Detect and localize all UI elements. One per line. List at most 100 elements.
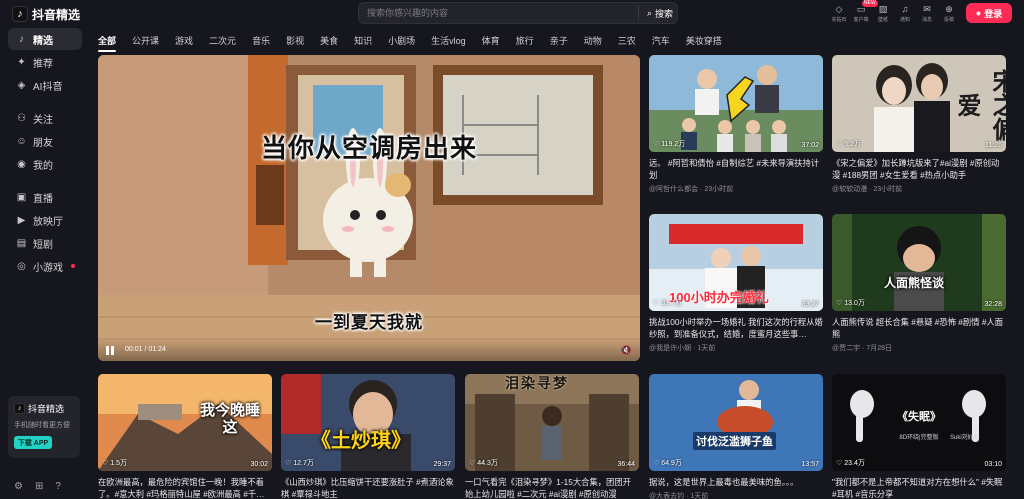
video-title[interactable]: "我们都不是上帝都不知道对方在想什么" #失眠 #耳机 #音乐分享 xyxy=(832,476,1006,499)
sidebar-item-follow[interactable]: ⚇ 关注 xyxy=(8,107,82,129)
sidebar-nav: ♪ 精选 ✦ 推荐 ◈ AI抖音 ⚇ 关注 ☺ 朋友 ◉ 我的 ▣ 直播 ▶ 放… xyxy=(8,28,82,278)
likes-value: 31.7万 xyxy=(661,300,682,307)
tab-parenting[interactable]: 亲子 xyxy=(550,34,568,48)
brand-logo[interactable]: ♪ 抖音精选 xyxy=(12,5,80,23)
tab-food[interactable]: 美食 xyxy=(320,34,338,48)
sidebar-item-label: 放映厅 xyxy=(33,216,63,228)
heart-icon: ♡ xyxy=(653,460,660,467)
likes-count: ♡ 64.9万 xyxy=(653,458,682,468)
sidebar-item-featured[interactable]: ♪ 精选 xyxy=(8,28,82,50)
tool-messages[interactable]: ✉ 消息 xyxy=(916,4,938,24)
video-card[interactable]: 我今晚睡这 ♡ 1.5万 30:02 在欧洲最高，最危险的宾馆住一晚！我睡不着了。… xyxy=(98,374,272,499)
pause-icon[interactable] xyxy=(106,346,115,355)
likes-count: ♡ 119.2万 xyxy=(653,139,685,149)
grid-icon[interactable]: ⊞ xyxy=(35,481,43,492)
video-author[interactable]: @我是许小娴 · 1天前 xyxy=(649,343,823,353)
tab-animals[interactable]: 动物 xyxy=(584,34,602,48)
sidebar-item-games[interactable]: ◎ 小游戏 xyxy=(8,255,82,277)
tab-mini-theater[interactable]: 小剧场 xyxy=(388,34,415,48)
heart-icon: ♡ xyxy=(836,300,843,307)
thumbnail-overlay-text: 我今晚睡这 xyxy=(200,402,261,436)
tab-vlog[interactable]: 生活vlog xyxy=(431,34,466,48)
likes-count: ♡ 1.5万 xyxy=(102,458,127,468)
video-card[interactable]: 宋之偏爱 ♡ 5.2万 11:26 《宋之偏爱》加长蹲坑版来了#ai漫剧 #原创动… xyxy=(832,55,1006,194)
video-title[interactable]: 据说，这是世界上最毒也最美味的鱼。。。 xyxy=(649,476,823,488)
tab-agriculture[interactable]: 三农 xyxy=(618,34,636,48)
video-card[interactable]: ♡ 119.2万 37:02 远。 #阿哲和倩怡 #自制综艺 #未来导演扶持计划 … xyxy=(649,55,823,194)
search-input[interactable] xyxy=(367,3,637,23)
sidebar-item-friends[interactable]: ☺ 朋友 xyxy=(8,130,82,152)
search-button-label: 搜索 xyxy=(654,8,673,19)
sidebar-item-label: 小游戏 xyxy=(33,262,63,274)
tool-label: 通知 xyxy=(899,17,910,23)
mute-icon[interactable]: 🔇 xyxy=(621,345,632,356)
likes-value: 1.5万 xyxy=(110,460,128,467)
help-icon[interactable]: ? xyxy=(55,481,61,492)
video-author[interactable]: @阿哲什么都会 · 23小时前 xyxy=(649,184,823,194)
sidebar-footer: ⚙ ⊞ ? xyxy=(14,481,61,492)
tab-travel[interactable]: 旅行 xyxy=(516,34,534,48)
video-title[interactable]: 在欧洲最高，最危险的宾馆住一晚！我睡不着了。#意大利 #玛格丽特山屋 #欧洲最高… xyxy=(98,476,272,499)
video-card[interactable]: 《失眠》 8D环绕|完整版 Suki刘好好 ♡ 23.4万 03:10 "我们都不… xyxy=(832,374,1006,499)
sidebar-item-cinema[interactable]: ▶ 放映厅 xyxy=(8,209,82,231)
promo-subtitle: 手机随时看更方便 xyxy=(14,422,70,429)
video-card[interactable]: 《土炒琪》 ♡ 12.7万 29:37 《山西炒琪》比压缩饼干还要涨肚子 #煮酒论… xyxy=(281,374,455,499)
tab-music[interactable]: 音乐 xyxy=(252,34,270,48)
tool-wallpaper[interactable]: ▧ 壁纸 xyxy=(872,4,894,24)
tab-cars[interactable]: 汽车 xyxy=(652,34,670,48)
search-button[interactable]: ⌕ 搜索 xyxy=(637,6,673,20)
tool-recharge[interactable]: ◇ 充钻石 xyxy=(828,4,850,24)
tab-public-class[interactable]: 公开课 xyxy=(132,34,159,48)
video-title[interactable]: 挑战100小时举办一场婚礼 我们这次的行程从婚纱照，到准备仪式，结婚，度蜜月这些… xyxy=(649,316,823,340)
video-title[interactable]: 一口气看完《泪染寻梦》1-15大合集，团团开始上幼儿园啦 #二次元 #ai漫剧 … xyxy=(465,476,639,499)
likes-value: 44.3万 xyxy=(477,460,498,467)
likes-value: 119.2万 xyxy=(661,141,686,148)
sidebar-item-ai[interactable]: ◈ AI抖音 xyxy=(8,74,82,96)
hero-caption-top: 当你从空调房出来 xyxy=(260,133,477,163)
tab-games[interactable]: 游戏 xyxy=(175,34,193,48)
sidebar-item-profile[interactable]: ◉ 我的 xyxy=(8,153,82,175)
tab-beauty[interactable]: 美妆穿搭 xyxy=(686,34,722,48)
sidebar-item-live[interactable]: ▣ 直播 xyxy=(8,186,82,208)
heart-icon: ♡ xyxy=(836,460,843,467)
tab-anime[interactable]: 二次元 xyxy=(209,34,236,48)
tool-label: 消息 xyxy=(921,17,932,23)
download-app-button[interactable]: 下载 APP xyxy=(14,436,52,449)
settings-icon[interactable]: ⚙ xyxy=(14,481,23,492)
video-title[interactable]: 《宋之偏爱》加长蹲坑版来了#ai漫剧 #原创动漫 #188男团 #女生爱看 #热… xyxy=(832,157,1006,181)
tool-client[interactable]: NEW ▭ 客户端 xyxy=(850,0,878,23)
video-card[interactable]: 人面熊怪谈 ♡ 13.0万 32:28 人面熊传说 超长合集 #悬疑 #恐怖 #剧… xyxy=(832,214,1006,353)
tool-label: 投稿 xyxy=(943,17,954,23)
sidebar-item-recommend[interactable]: ✦ 推荐 xyxy=(8,51,82,73)
likes-value: 12.7万 xyxy=(293,460,314,467)
video-title[interactable]: 远。 #阿哲和倩怡 #自制综艺 #未来导演扶持计划 xyxy=(649,157,823,181)
video-thumbnail: 《土炒琪》 ♡ 12.7万 29:37 xyxy=(281,374,455,471)
video-card[interactable]: 100小时办完婚礼 ♡ 31.7万 39:27 挑战100小时举办一场婚礼 我们这… xyxy=(649,214,823,353)
tab-sports[interactable]: 体育 xyxy=(482,34,500,48)
tab-film[interactable]: 影视 xyxy=(286,34,304,48)
sidebar-item-drama[interactable]: ▤ 短剧 xyxy=(8,232,82,254)
category-tabs: 全部 公开课 游戏 二次元 音乐 影视 美食 知识 小剧场 生活vlog 体育 … xyxy=(98,34,738,52)
video-card[interactable]: 讨伐泛滥狮子鱼 ♡ 64.9万 13:57 据说，这是世界上最毒也最美味的鱼。。。… xyxy=(649,374,823,499)
hero-video-player[interactable]: 当你从空调房出来 一到夏天我就 00:01 / 01:24 🔇 xyxy=(98,55,640,361)
tool-upload[interactable]: ⊕ 投稿 xyxy=(938,3,960,24)
likes-count: ♡ 12.7万 xyxy=(285,458,314,468)
sidebar-item-label: 关注 xyxy=(33,114,53,126)
douyin-logo-icon: ♪ xyxy=(12,6,28,22)
video-author[interactable]: @贾二宇 · 7月28日 xyxy=(832,343,1006,353)
login-button[interactable]: ● 登录 xyxy=(966,3,1012,23)
cinema-icon: ▶ xyxy=(17,214,26,226)
tab-all[interactable]: 全部 xyxy=(98,34,117,52)
video-author[interactable]: @软软动漫 · 23小时前 xyxy=(832,184,1006,194)
thumbnail-overlay-text: 100小时办完婚礼 xyxy=(669,290,769,305)
video-author[interactable]: @大表去钓 · 1天前 xyxy=(649,491,823,499)
duration: 30:02 xyxy=(250,461,268,468)
video-card[interactable]: 泪染寻梦 ♡ 44.3万 36:44 一口气看完《泪染寻梦》1-15大合集，团团开… xyxy=(465,374,639,499)
upload-icon: ⊕ xyxy=(945,3,953,14)
video-title[interactable]: 人面熊传说 超长合集 #悬疑 #恐怖 #剧情 #人面熊 xyxy=(832,316,1006,340)
video-title[interactable]: 《山西炒琪》比压缩饼干还要涨肚子 #煮酒论象棋 #覃禄斗地主 xyxy=(281,476,455,499)
likes-value: 23.4万 xyxy=(844,460,865,467)
tab-knowledge[interactable]: 知识 xyxy=(354,34,372,48)
tool-notifications[interactable]: ♫ 通知 xyxy=(894,4,916,23)
brand-name: 抖音精选 xyxy=(32,7,81,22)
